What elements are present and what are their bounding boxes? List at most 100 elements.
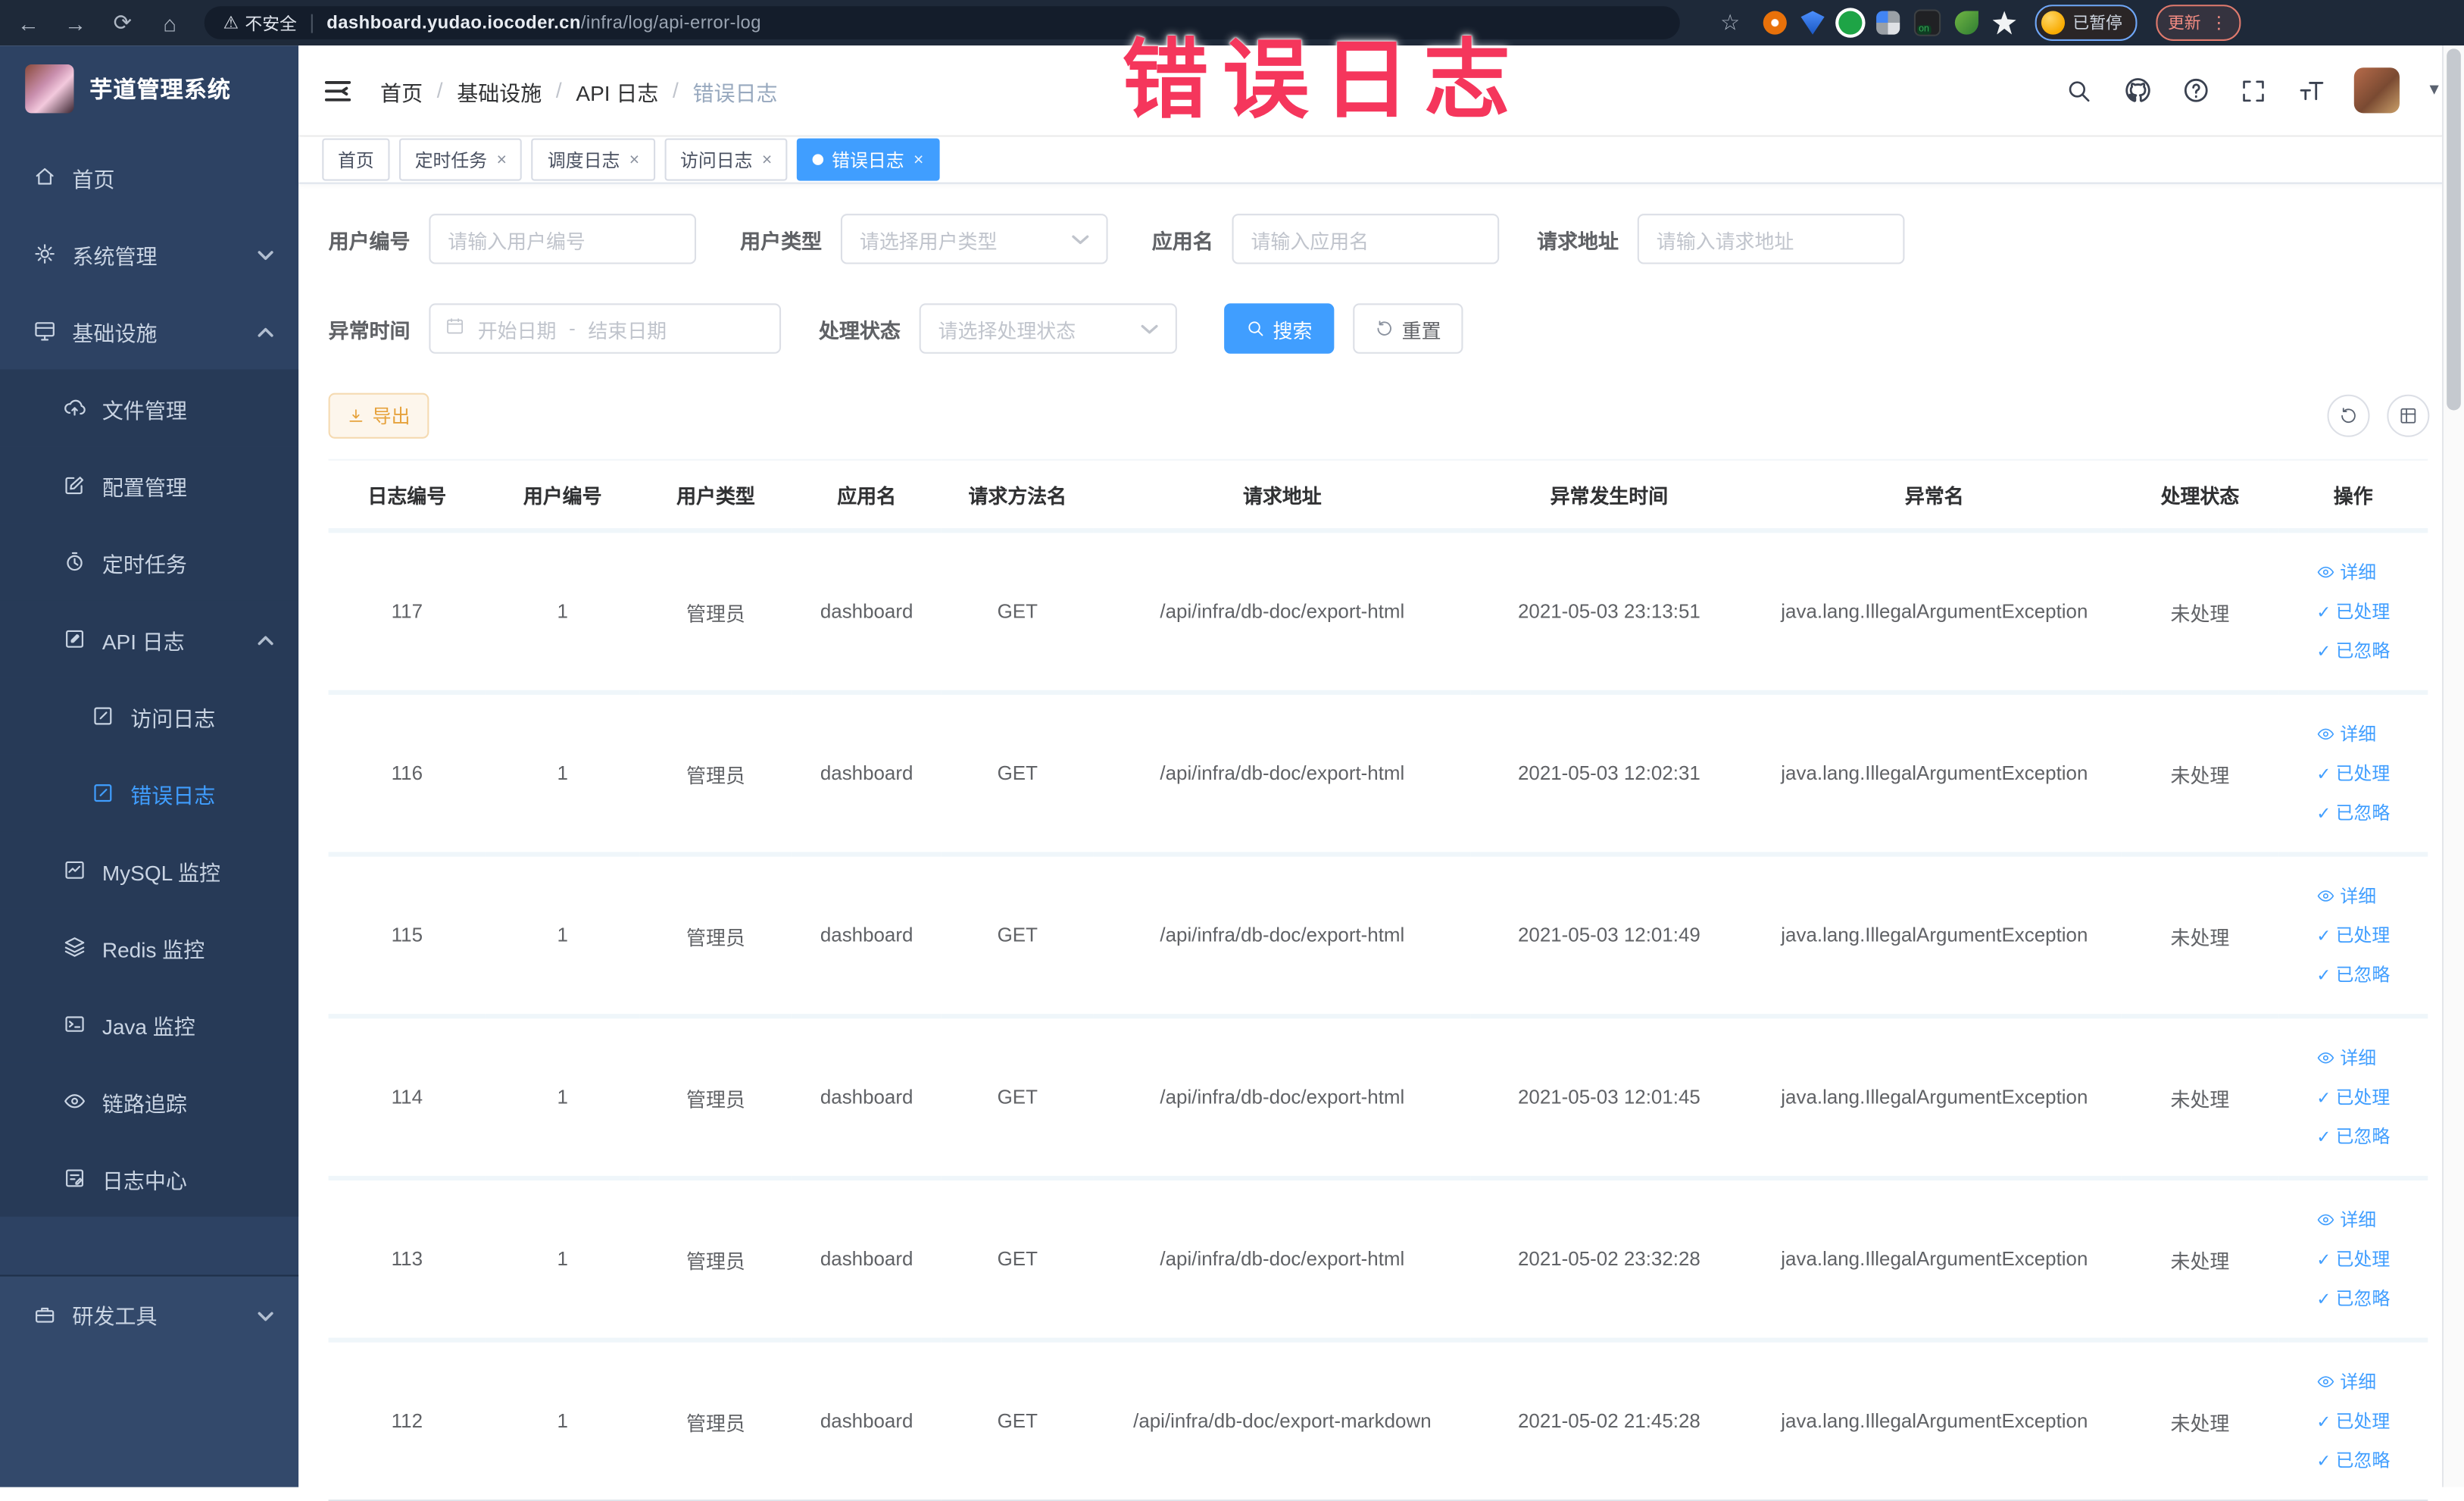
close-icon[interactable]: × [913, 150, 923, 169]
cell-exception-name: java.lang.IllegalArgumentException [1747, 528, 2122, 693]
breadcrumb-item[interactable]: API 日志 [576, 75, 658, 106]
sidebar-item-mysql-monitor[interactable]: MySQL 监控 [0, 831, 299, 909]
app-title: 芋道管理系统 [89, 78, 231, 104]
chevron-down-icon [1141, 317, 1158, 339]
extension-icon[interactable] [1800, 11, 1825, 35]
scrollbar-thumb[interactable] [2447, 48, 2461, 411]
font-size-icon[interactable] [2296, 75, 2327, 106]
mark-processed-link[interactable]: ✓ 已处理 [2316, 923, 2390, 948]
search-icon[interactable] [2063, 75, 2094, 106]
extension-icon[interactable] [1763, 11, 1787, 35]
browser-profile-badge[interactable]: 已暂停 [2035, 5, 2137, 41]
extension-icon[interactable] [1954, 11, 1978, 35]
page-scrollbar[interactable] [2441, 45, 2464, 1487]
extension-icon[interactable] [1992, 11, 2016, 35]
app-logo-row[interactable]: 芋道管理系统 [0, 45, 298, 129]
mark-processed-link[interactable]: ✓ 已处理 [2316, 1084, 2390, 1109]
mark-processed-link[interactable]: ✓ 已处理 [2316, 761, 2390, 786]
sidebar-item-system-management[interactable]: 系统管理 [0, 215, 298, 292]
column-settings-button[interactable] [2387, 394, 2430, 437]
help-icon[interactable] [2180, 75, 2211, 106]
exception-time-range-picker[interactable]: 开始日期 - 结束日期 [429, 303, 782, 354]
extension-icon[interactable] [1838, 11, 1863, 35]
user-id-label: 用户编号 [328, 228, 411, 252]
sidebar-item-trace[interactable]: 链路追踪 [0, 1062, 299, 1140]
sidebar-item-api-log[interactable]: API 日志 [0, 600, 299, 678]
browser-update-button[interactable]: 更新 ⋮ [2155, 5, 2241, 41]
search-button[interactable]: 搜索 [1224, 303, 1335, 354]
divider [311, 13, 313, 33]
sidebar-item-access-log[interactable]: 访问日志 [0, 677, 299, 755]
tab-schedule-log[interactable]: 调度日志 × [532, 138, 655, 181]
sidebar-collapse-icon[interactable] [320, 73, 355, 108]
sidebar-item-home[interactable]: 首页 [0, 139, 298, 216]
extension-icon[interactable] [1876, 11, 1900, 35]
close-icon[interactable]: × [497, 150, 507, 169]
github-icon[interactable] [2122, 75, 2153, 106]
mark-ignored-link[interactable]: ✓ 已忽略 [2316, 1286, 2390, 1311]
extension-icon[interactable]: on [1913, 9, 1941, 36]
mark-ignored-link[interactable]: ✓ 已忽略 [2316, 1124, 2390, 1149]
forward-icon[interactable]: → [57, 5, 95, 40]
mark-ignored-link[interactable]: ✓ 已忽略 [2316, 962, 2390, 987]
breadcrumb-item[interactable]: 基础设施 [457, 75, 542, 106]
sidebar-item-scheduled-jobs[interactable]: 定时任务 [0, 523, 299, 601]
sidebar-item-file-management[interactable]: 文件管理 [0, 369, 299, 447]
mark-processed-link[interactable]: ✓ 已处理 [2316, 1246, 2390, 1271]
tab-scheduled-jobs[interactable]: 定时任务 × [398, 138, 523, 181]
detail-link[interactable]: 详细 [2316, 1207, 2376, 1232]
bookmark-star-icon[interactable]: ☆ [1711, 5, 1749, 40]
cell-user-type: 管理员 [639, 1175, 792, 1341]
tab-access-log[interactable]: 访问日志 × [664, 138, 789, 181]
sidebar-item-log-center[interactable]: 日志中心 [0, 1140, 299, 1217]
browser-menu-icon[interactable]: ⋮ [2210, 13, 2228, 33]
mark-processed-link[interactable]: ✓ 已处理 [2316, 1409, 2390, 1434]
cloud-upload-icon [63, 396, 86, 420]
sidebar-item-java-monitor[interactable]: Java 监控 [0, 985, 299, 1063]
fullscreen-icon[interactable] [2238, 75, 2269, 106]
request-url-input[interactable]: 请输入请求地址 [1637, 214, 1905, 264]
user-menu-caret-icon[interactable]: ▼ [2426, 82, 2442, 99]
request-url-label: 请求地址 [1537, 228, 1619, 252]
detail-link[interactable]: 详细 [2316, 721, 2376, 746]
mark-ignored-link[interactable]: ✓ 已忽略 [2316, 1448, 2390, 1473]
user-id-input[interactable]: 请输入用户编号 [429, 214, 697, 264]
sidebar-item-infrastructure[interactable]: 基础设施 [0, 292, 298, 370]
sidebar-item-dev-tools[interactable]: 研发工具 [0, 1277, 298, 1352]
document-edit-icon [91, 781, 114, 805]
edit-icon [63, 473, 86, 496]
close-icon[interactable]: × [629, 150, 639, 169]
sidebar: 芋道管理系统 首页 系统管理 基础设施 文件管理 配置管理 定时任务 API 日… [0, 45, 299, 1487]
detail-link[interactable]: 详细 [2316, 1046, 2376, 1071]
column-header: 请求方法名 [941, 458, 1094, 532]
export-button[interactable]: 导出 [328, 392, 429, 439]
user-type-label: 用户类型 [740, 228, 823, 252]
mark-ignored-link[interactable]: ✓ 已忽略 [2316, 638, 2390, 663]
sidebar-item-redis-monitor[interactable]: Redis 监控 [0, 908, 299, 986]
home-icon[interactable]: ⌂ [151, 5, 189, 40]
tab-error-log[interactable]: 错误日志 × [797, 138, 940, 181]
table-row: 116 1 管理员 dashboard GET /api/infra/db-do… [328, 690, 2428, 855]
user-type-select[interactable]: 请选择用户类型 [840, 214, 1108, 264]
back-icon[interactable]: ← [9, 5, 47, 40]
user-avatar[interactable] [2353, 67, 2400, 114]
close-icon[interactable]: × [762, 150, 772, 169]
refresh-button[interactable] [2327, 394, 2370, 437]
security-warning[interactable]: ⚠ 不安全 [223, 10, 297, 35]
table-row: 113 1 管理员 dashboard GET /api/infra/db-do… [328, 1175, 2428, 1341]
detail-link[interactable]: 详细 [2316, 560, 2376, 585]
mark-processed-link[interactable]: ✓ 已处理 [2316, 599, 2390, 624]
detail-link[interactable]: 详细 [2316, 883, 2376, 908]
sidebar-item-error-log[interactable]: 错误日志 [0, 754, 299, 832]
app-name-input[interactable]: 请输入应用名 [1232, 214, 1500, 264]
mark-ignored-link[interactable]: ✓ 已忽略 [2316, 800, 2390, 825]
address-bar[interactable]: ⚠ 不安全 dashboard.yudao.iocoder.cn/infra/l… [204, 6, 1680, 39]
breadcrumb-item[interactable]: 首页 [380, 75, 423, 106]
reset-button[interactable]: 重置 [1353, 303, 1463, 354]
cell-user-id: 1 [486, 1175, 640, 1341]
tab-home[interactable]: 首页 [322, 138, 390, 181]
detail-link[interactable]: 详细 [2316, 1369, 2376, 1394]
sidebar-item-config-management[interactable]: 配置管理 [0, 446, 299, 524]
reload-icon[interactable]: ⟳ [104, 5, 142, 40]
process-status-select[interactable]: 请选择处理状态 [919, 303, 1177, 354]
